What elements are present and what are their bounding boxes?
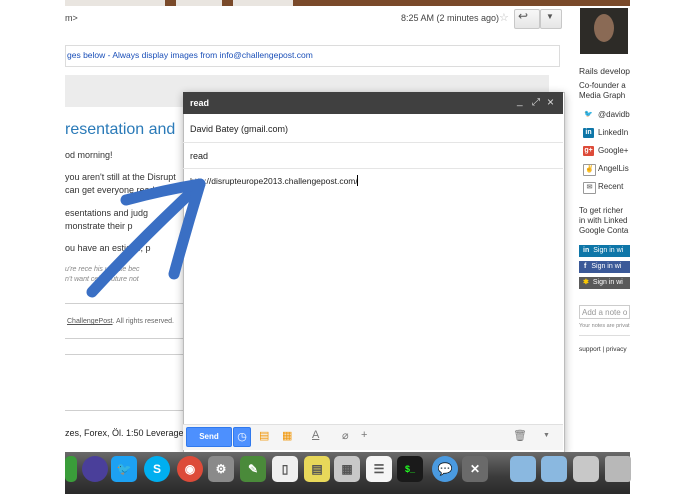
drawn-arrow [86, 178, 206, 298]
chrome-icon[interactable]: ◉ [177, 456, 203, 482]
email-timestamp: 8:25 AM (2 minutes ago) [401, 13, 500, 23]
popout-icon[interactable]: ⤢ [532, 97, 540, 108]
compose-titlebar[interactable] [183, 92, 563, 114]
richer-text: To get richer [579, 206, 624, 215]
trash-icon[interactable]: 🗑 [513, 429, 527, 442]
formatting-icon[interactable]: A [312, 429, 319, 441]
mail-icon: ✉ [583, 182, 596, 194]
reminders-icon[interactable]: ☰ [366, 456, 392, 482]
right-margin [630, 0, 695, 494]
contact-subtitle: Media Graph [579, 91, 626, 100]
signin-label: Sign in wi [593, 247, 624, 254]
editor-icon[interactable]: ✎ [240, 456, 266, 482]
linkedin-icon: in [583, 128, 594, 138]
facebook-signin-button[interactable]: f Sign in wi [579, 261, 630, 273]
divider [65, 354, 183, 355]
twitter-link[interactable]: @davidb [598, 110, 630, 119]
downloads-icon[interactable] [573, 456, 599, 482]
x11-icon[interactable]: ✕ [462, 456, 488, 482]
compose-title: read [190, 98, 210, 108]
divider [183, 168, 563, 169]
sidebar-content: Rails develop Co-founder a Media Graph 🐦… [565, 0, 630, 494]
trash-can-icon[interactable] [605, 456, 631, 482]
reply-icon: ↩ [518, 9, 529, 23]
linkedin-link[interactable]: LinkedIn [598, 128, 628, 137]
to-field[interactable]: David Batey (gmail.com) [190, 124, 288, 134]
support-link[interactable]: support [579, 346, 601, 353]
divider [65, 338, 183, 339]
schedule-icon[interactable]: ◷ [233, 427, 251, 447]
left-margin [0, 0, 65, 494]
divider [183, 142, 563, 143]
folder-icon[interactable] [541, 456, 567, 482]
sender-address: m> [65, 13, 78, 23]
richer-text: in with Linked [579, 216, 628, 225]
stickies-icon[interactable]: ▤ [304, 456, 330, 482]
signin-label: Sign in wi [592, 279, 623, 286]
contact-title: Rails develop [579, 66, 630, 76]
chevron-down-icon: ▼ [546, 12, 554, 21]
ad-text[interactable]: zes, Forex, Öl. 1:50 Leverage! [65, 428, 186, 438]
angellist-icon: ✌ [583, 164, 596, 176]
preview-icon[interactable]: ▦ [334, 456, 360, 482]
template-icon[interactable]: ▤ [259, 429, 269, 442]
linkedin-signin-button[interactable]: in Sign in wi [579, 245, 630, 257]
attach-icon[interactable]: ⌀ [342, 429, 349, 442]
angellist-link[interactable]: AngelLis [598, 164, 629, 173]
minimize-icon[interactable]: _ [517, 96, 523, 107]
folder-icon[interactable] [510, 456, 536, 482]
sidebar-footer: support | privacy [579, 346, 627, 353]
close-icon[interactable]: × [547, 95, 554, 109]
twitter-app-icon[interactable]: 🐦 [111, 456, 137, 482]
display-images-link[interactable]: ges below - Always display images from i… [67, 50, 313, 60]
footer: ChallengePost. All rights reserved. [67, 318, 174, 325]
terminal-icon[interactable]: $_ [397, 456, 423, 482]
messages-icon[interactable]: 💬 [432, 456, 458, 482]
recent-link[interactable]: Recent [598, 182, 623, 191]
privacy-link[interactable]: privacy [606, 346, 627, 353]
insert-icon[interactable]: + [361, 429, 367, 441]
notes-icon[interactable]: ▦ [282, 429, 292, 442]
system-preferences-icon[interactable]: ⚙ [208, 456, 234, 482]
divider [65, 410, 183, 411]
more-options-icon[interactable]: ▼ [543, 432, 550, 439]
signin-label: Sign in wi [591, 263, 622, 270]
contact-subtitle: Co-founder a [579, 81, 626, 90]
google-plus-icon: g+ [583, 146, 594, 156]
skype-icon[interactable]: S [144, 456, 170, 482]
challengepost-link[interactable]: ChallengePost [67, 318, 113, 325]
document-icon[interactable]: ▯ [272, 456, 298, 482]
email-line: od morning! [65, 150, 113, 160]
text-caret [357, 175, 358, 186]
divider [579, 335, 630, 336]
google-signin-button[interactable]: ✱ Sign in wi [579, 277, 630, 289]
note-input[interactable]: Add a note o [579, 305, 630, 319]
compose-window [183, 92, 565, 454]
twitter-icon: 🐦 [583, 110, 594, 120]
footer-text: . All rights reserved. [112, 318, 174, 325]
google-plus-link[interactable]: Google+ [598, 146, 628, 155]
note-hint: Your notes are privat [579, 323, 630, 329]
star-icon[interactable]: ☆ [499, 11, 509, 24]
eclipse-icon[interactable] [82, 456, 108, 482]
richer-text: Google Conta [579, 226, 629, 235]
app-icon[interactable] [65, 456, 77, 482]
subject-field[interactable]: read [190, 151, 208, 161]
send-button[interactable]: Send [186, 427, 232, 447]
email-heading: resentation and [65, 121, 176, 138]
